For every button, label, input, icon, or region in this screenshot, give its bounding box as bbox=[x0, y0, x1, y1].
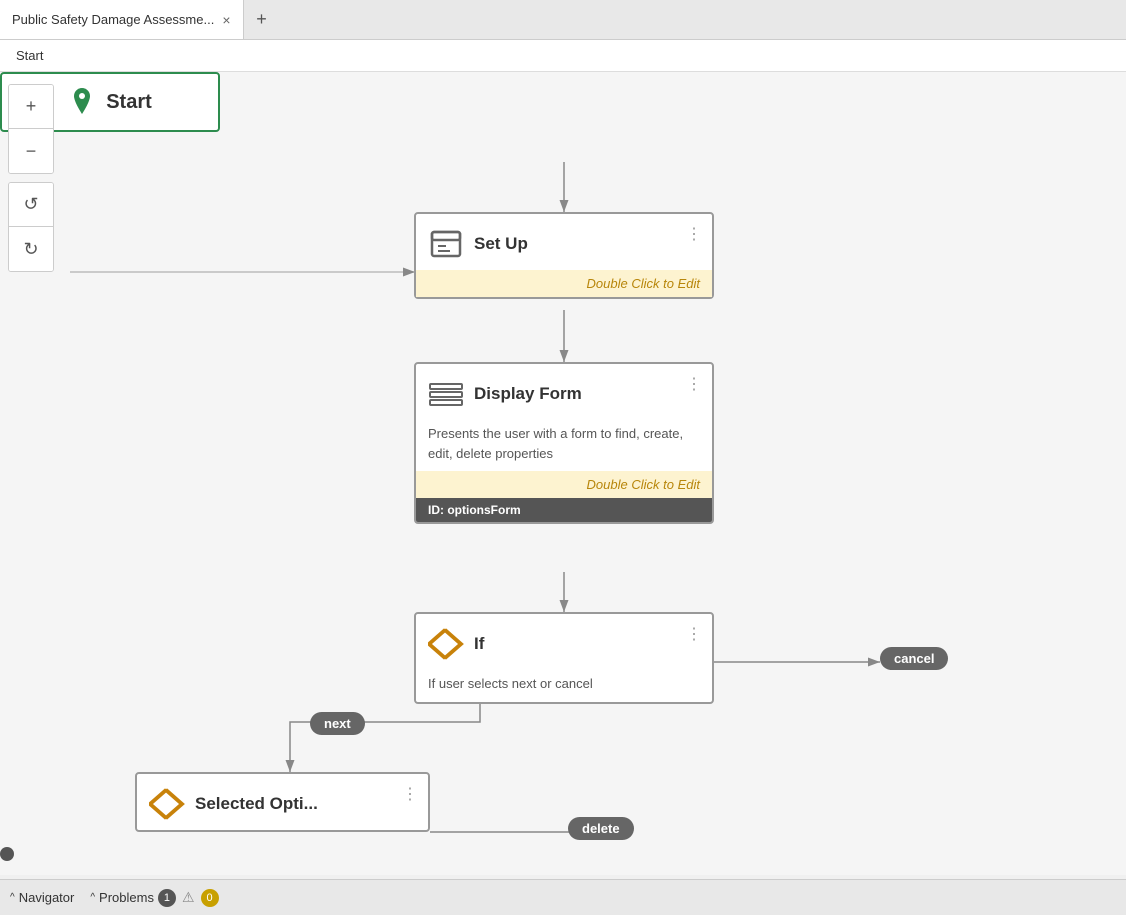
tab-add-button[interactable]: + bbox=[244, 0, 280, 39]
navigator-chevron: ^ bbox=[10, 892, 15, 903]
error-badge: 1 bbox=[158, 889, 176, 907]
selected-opti-title: Selected Opti... bbox=[195, 794, 318, 814]
setup-node[interactable]: Set Up ⋮ Double Click to Edit bbox=[414, 212, 714, 299]
display-form-title: Display Form bbox=[474, 384, 582, 404]
selected-opti-menu[interactable]: ⋮ bbox=[402, 784, 418, 804]
selected-opti-header: Selected Opti... ⋮ bbox=[137, 774, 428, 830]
left-edge-dot bbox=[0, 847, 14, 861]
if-icon bbox=[428, 626, 464, 662]
tab-close-button[interactable]: × bbox=[222, 12, 230, 28]
problems-chevron: ^ bbox=[90, 892, 95, 903]
undo-button[interactable]: ↺ bbox=[9, 183, 53, 227]
selected-opti-node[interactable]: Selected Opti... ⋮ bbox=[135, 772, 430, 832]
form-icon bbox=[428, 376, 464, 412]
canvas-area: + − ↺ ↻ bbox=[0, 72, 1126, 875]
display-form-body: Presents the user with a form to find, c… bbox=[416, 420, 712, 471]
left-toolbar: + − ↺ ↻ bbox=[8, 84, 54, 272]
branch-cancel-label: cancel bbox=[880, 647, 948, 670]
pin-icon bbox=[68, 88, 96, 116]
branch-next-label: next bbox=[310, 712, 365, 735]
active-tab[interactable]: Public Safety Damage Assessme... × bbox=[0, 0, 244, 39]
display-form-header: Display Form ⋮ bbox=[416, 364, 712, 420]
display-form-id: ID: optionsForm bbox=[416, 498, 712, 522]
breadcrumb: Start bbox=[0, 40, 1126, 72]
navigator-button[interactable]: ^ Navigator bbox=[10, 890, 74, 905]
zoom-in-button[interactable]: + bbox=[9, 85, 53, 129]
setup-node-header: Set Up ⋮ bbox=[416, 214, 712, 270]
selected-opti-icon bbox=[149, 786, 185, 822]
display-form-node[interactable]: Display Form ⋮ Presents the user with a … bbox=[414, 362, 714, 524]
status-bar: ^ Navigator ^ Problems 1 ⚠ 0 bbox=[0, 879, 1126, 915]
branch-delete-label: delete bbox=[568, 817, 634, 840]
setup-node-edit[interactable]: Double Click to Edit bbox=[416, 270, 712, 297]
if-node-body: If user selects next or cancel bbox=[416, 670, 712, 702]
display-form-menu[interactable]: ⋮ bbox=[686, 374, 702, 394]
tab-title: Public Safety Damage Assessme... bbox=[12, 12, 214, 27]
problems-button[interactable]: ^ Problems 1 ⚠ 0 bbox=[90, 889, 218, 907]
if-node[interactable]: If ⋮ If user selects next or cancel bbox=[414, 612, 714, 704]
setup-node-menu[interactable]: ⋮ bbox=[686, 224, 702, 244]
if-node-menu[interactable]: ⋮ bbox=[686, 624, 702, 644]
if-node-header: If ⋮ bbox=[416, 614, 712, 670]
setup-node-title: Set Up bbox=[474, 234, 528, 254]
warning-badge: 0 bbox=[201, 889, 219, 907]
zoom-out-button[interactable]: − bbox=[9, 129, 53, 173]
redo-button[interactable]: ↻ bbox=[9, 227, 53, 271]
setup-icon bbox=[428, 226, 464, 262]
start-node-label: Start bbox=[106, 91, 152, 114]
display-form-edit[interactable]: Double Click to Edit bbox=[416, 471, 712, 498]
if-node-title: If bbox=[474, 634, 484, 654]
